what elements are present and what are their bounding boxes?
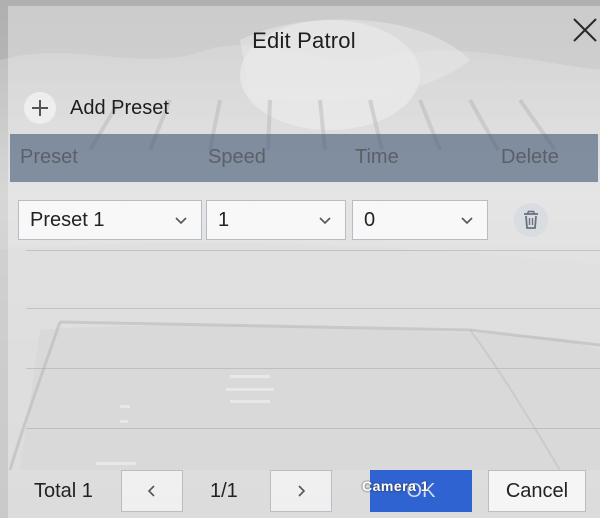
table-header: Preset Speed Time Delete bbox=[10, 134, 598, 182]
cancel-button[interactable]: Cancel bbox=[488, 470, 586, 512]
table-row-divider bbox=[26, 368, 600, 369]
preset-dropdown[interactable]: Preset 1 bbox=[18, 200, 202, 240]
add-preset-button[interactable]: Add Preset bbox=[24, 90, 169, 126]
next-page-button[interactable] bbox=[270, 470, 332, 512]
chevron-right-icon bbox=[298, 485, 306, 497]
plus-icon bbox=[24, 92, 56, 124]
column-header-speed: Speed bbox=[208, 146, 266, 168]
edit-patrol-dialog: Edit Patrol Add Preset Preset Speed Time… bbox=[8, 6, 600, 518]
column-header-delete: Delete bbox=[501, 146, 559, 168]
column-header-time: Time bbox=[355, 146, 399, 168]
ok-button[interactable]: OK bbox=[370, 470, 472, 512]
cancel-label: Cancel bbox=[505, 479, 569, 502]
total-count: Total 1 bbox=[34, 480, 93, 502]
chevron-down-icon bbox=[175, 217, 187, 225]
preset-value: Preset 1 bbox=[30, 208, 105, 231]
chevron-down-icon bbox=[461, 217, 473, 225]
column-header-preset: Preset bbox=[20, 146, 78, 168]
dialog-title: Edit Patrol bbox=[252, 28, 356, 53]
add-preset-label: Add Preset bbox=[70, 96, 169, 119]
chevron-left-icon bbox=[147, 485, 155, 497]
close-icon bbox=[573, 18, 597, 42]
table-row-divider bbox=[26, 308, 600, 309]
table-row-divider bbox=[26, 250, 600, 251]
delete-row-button[interactable] bbox=[514, 203, 548, 237]
page-indicator: 1/1 bbox=[210, 480, 238, 502]
time-value: 0 bbox=[364, 208, 376, 231]
chevron-down-icon bbox=[319, 217, 331, 225]
time-dropdown[interactable]: 0 bbox=[352, 200, 488, 240]
speed-value: 1 bbox=[218, 208, 230, 231]
trash-icon bbox=[524, 210, 538, 229]
table-row-divider bbox=[26, 428, 600, 429]
prev-page-button[interactable] bbox=[121, 470, 183, 512]
close-button[interactable] bbox=[569, 14, 600, 46]
ok-label: OK bbox=[406, 479, 436, 502]
speed-dropdown[interactable]: 1 bbox=[206, 200, 346, 240]
